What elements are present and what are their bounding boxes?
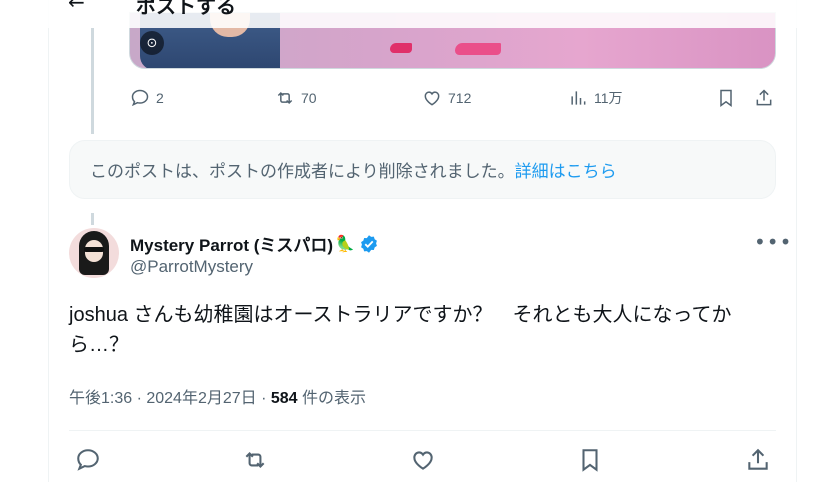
verified-badge-icon (361, 234, 377, 253)
share-button[interactable] (754, 88, 774, 108)
share-icon (756, 89, 772, 106)
repost-button-main[interactable] (242, 447, 268, 473)
deleted-post-notice: このポストは、ポストの作成者により削除されました。詳細はこちら (69, 140, 776, 199)
like-button-main[interactable] (410, 447, 436, 473)
notice-details-link[interactable]: 詳細はこちら (515, 162, 617, 181)
share-icon (748, 448, 768, 470)
bookmark-button-main[interactable] (577, 447, 603, 473)
view-count-label: 件の表示 (297, 390, 367, 407)
display-name[interactable]: Mystery Parrot (ミスパロ) 🦜 (130, 231, 379, 256)
reply-icon (77, 449, 99, 471)
thread-line-lower (91, 213, 94, 225)
repost-icon (277, 91, 293, 105)
page-header: ← ポストする (48, 0, 797, 28)
views-count: 11万 (594, 90, 623, 106)
page-title: ポストする (136, 0, 236, 18)
post-text: joshua さんも幼稚園はオーストラリアですか？ それとも大人になってから…？ (69, 304, 732, 356)
views-button[interactable]: 11万 (568, 88, 623, 108)
bookmark-button[interactable] (716, 88, 736, 108)
notice-text: このポストは、ポストの作成者により削除されました。 (90, 162, 515, 181)
thread-line (91, 28, 94, 134)
user-handle[interactable]: @ParrotMystery (130, 257, 253, 277)
reply-button-main[interactable] (75, 447, 101, 473)
repost-button[interactable]: 70 (275, 88, 317, 108)
views-icon (571, 91, 586, 105)
like-button[interactable]: 712 (422, 88, 471, 108)
alt-text-icon[interactable]: ⊙ (140, 31, 164, 55)
bookmark-icon (582, 449, 598, 472)
post-timestamp[interactable]: 午後1:36 · 2024年2月27日 · (69, 390, 271, 407)
reply-count: 2 (156, 90, 164, 106)
heart-icon (413, 451, 433, 470)
reply-icon (131, 89, 149, 107)
like-count: 712 (448, 90, 472, 106)
view-count: 584 (270, 390, 298, 407)
repost-icon (245, 452, 265, 468)
share-button-main[interactable] (745, 447, 771, 473)
more-options-icon[interactable]: ••• (754, 230, 792, 254)
parrot-emoji: 🦜 (335, 235, 356, 253)
repost-count: 70 (301, 90, 317, 106)
reply-button[interactable]: 2 (130, 88, 164, 108)
heart-icon (424, 91, 440, 106)
avatar[interactable] (69, 228, 119, 278)
divider (69, 430, 776, 431)
back-arrow-icon[interactable]: ← (68, 0, 85, 14)
display-name-text: Mystery Parrot (ミスパロ) (130, 236, 334, 255)
post-metadata: 午後1:36 · 2024年2月27日 · 584 件の表示 (69, 384, 366, 408)
bookmark-icon (720, 89, 732, 107)
